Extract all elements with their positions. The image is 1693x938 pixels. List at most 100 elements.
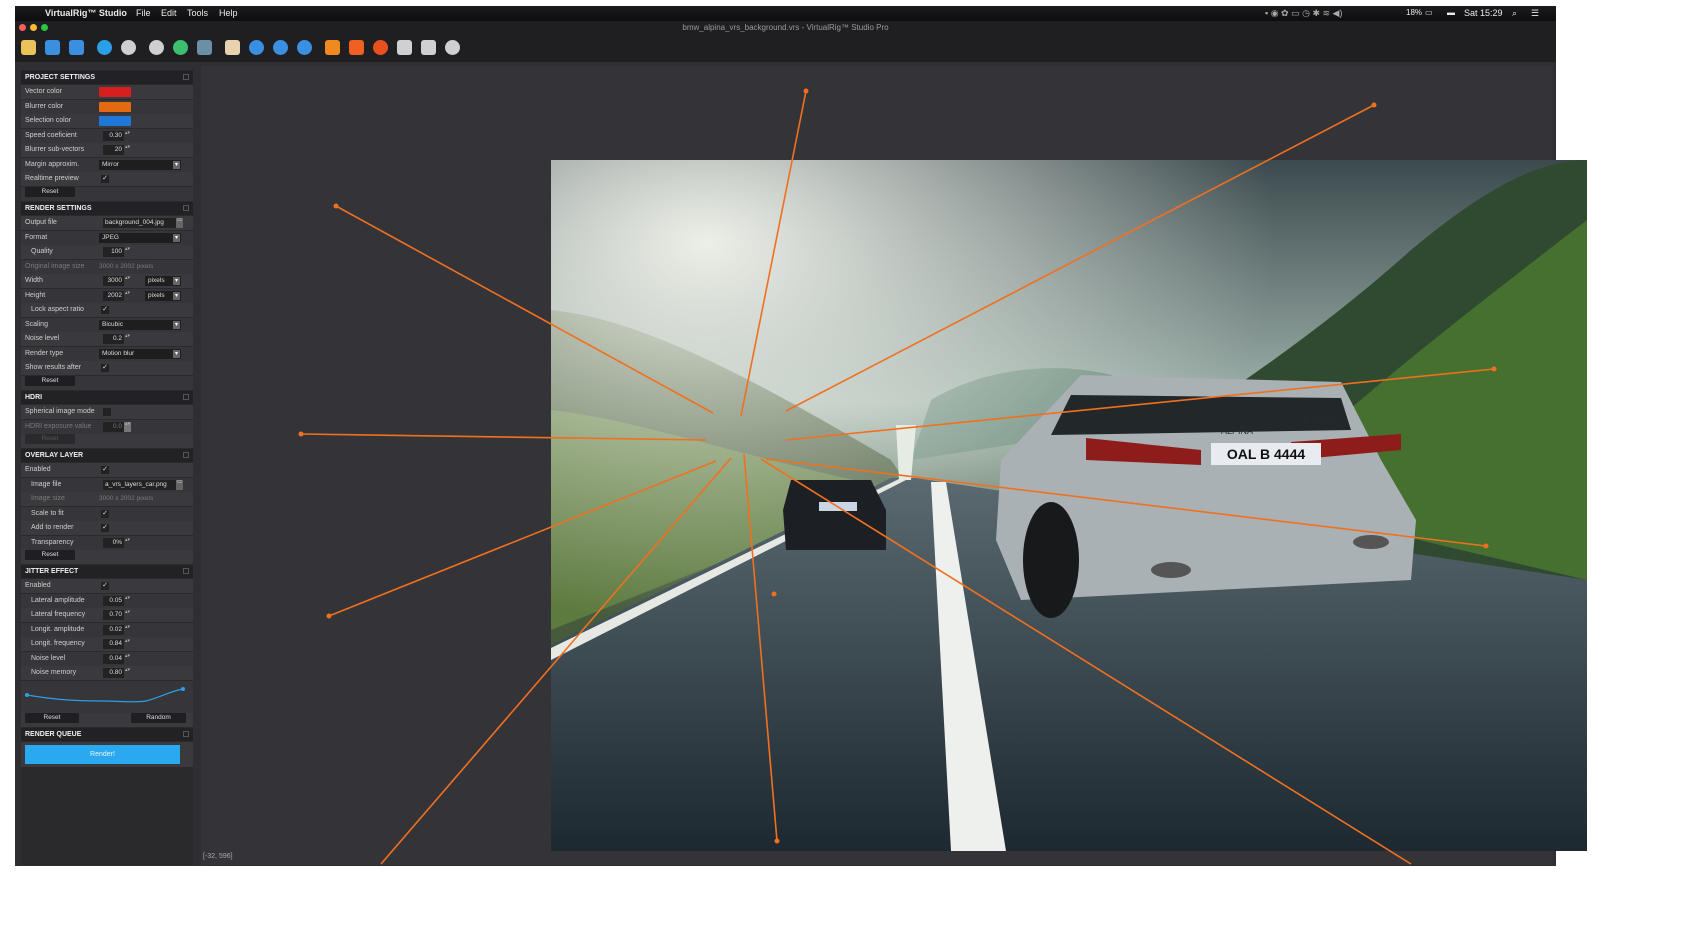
render-settings-header[interactable]: RENDER SETTINGS — [21, 202, 193, 215]
minimize-button[interactable] — [30, 24, 37, 31]
nodes-icon[interactable] — [397, 40, 412, 55]
spherical-checkbox[interactable] — [103, 408, 111, 416]
random-button[interactable]: Random — [131, 713, 186, 723]
motion-vector[interactable] — [760, 458, 1412, 865]
memory-input[interactable]: 0.80 — [103, 668, 124, 678]
height-stepper[interactable]: ▴▾ — [124, 291, 131, 301]
margin-select[interactable]: Mirror ▾ — [99, 160, 181, 170]
overlay-enabled-checkbox[interactable]: ✓ — [101, 466, 109, 474]
motion-vector[interactable] — [300, 433, 707, 441]
vector-overlay[interactable] — [201, 66, 1553, 865]
canvas-area[interactable]: OAL B 4444 ALPINA D4 BITURBO — [201, 66, 1587, 865]
exposure-input[interactable]: 0.0 — [103, 422, 124, 432]
exposure-stepper[interactable]: ▴▾ — [124, 422, 131, 432]
lat-amp-stepper[interactable]: ▴▾ — [124, 596, 131, 606]
render-queue-header[interactable]: RENDER QUEUE — [21, 728, 193, 741]
hdri-header[interactable]: HDRI — [21, 391, 193, 404]
motion-vector[interactable] — [328, 460, 717, 617]
lock-aspect-checkbox[interactable]: ✓ — [101, 306, 109, 314]
jitter-curve[interactable] — [21, 681, 193, 713]
collapse-icon[interactable] — [183, 394, 189, 400]
quality-input[interactable]: 100 — [103, 247, 124, 257]
stop-icon[interactable] — [121, 40, 136, 55]
speed-stepper[interactable]: ▴▾ — [124, 131, 131, 141]
subvectors-input[interactable]: 20 — [103, 145, 124, 155]
motion-vector[interactable] — [785, 104, 1375, 412]
width-unit-select[interactable]: pixels ▾ — [145, 276, 181, 286]
target-icon[interactable] — [373, 40, 388, 55]
arrow-vector-icon[interactable] — [349, 40, 364, 55]
hdri-reset-button[interactable]: Reset — [25, 434, 75, 444]
render-button[interactable]: Render! — [25, 745, 180, 764]
selection-color-swatch[interactable] — [99, 116, 131, 126]
show-results-checkbox[interactable]: ✓ — [101, 364, 109, 372]
quality-stepper[interactable]: ▴▾ — [124, 247, 131, 257]
add-render-checkbox[interactable]: ✓ — [101, 524, 109, 532]
back-icon[interactable] — [97, 40, 112, 55]
battery-icon[interactable]: ▭ — [1425, 8, 1433, 17]
scale-fit-checkbox[interactable]: ✓ — [101, 510, 109, 518]
format-select[interactable]: JPEG ▾ — [99, 233, 181, 243]
zoom-out-icon[interactable] — [273, 40, 288, 55]
menu-help[interactable]: Help — [219, 8, 238, 18]
long-amp-input[interactable]: 0.02 — [103, 625, 124, 635]
zoom-button[interactable] — [41, 24, 48, 31]
pen-icon[interactable] — [325, 40, 340, 55]
overlay-header[interactable]: OVERLAY LAYER — [21, 449, 193, 462]
spotlight-icon[interactable]: ⌕ — [1512, 8, 1517, 19]
zoom-in-icon[interactable] — [249, 40, 264, 55]
speed-input[interactable]: 0.30 — [103, 131, 124, 141]
motion-vector[interactable] — [380, 457, 732, 865]
jitter-header[interactable]: JITTER EFFECT — [21, 565, 193, 578]
menu-tools[interactable]: Tools — [187, 8, 208, 18]
transparency-input[interactable]: 0% — [103, 538, 124, 548]
long-freq-stepper[interactable]: ▴▾ — [124, 639, 131, 649]
motion-vector[interactable] — [335, 205, 714, 414]
hand-icon[interactable] — [225, 40, 240, 55]
jitter-enabled-checkbox[interactable]: ✓ — [101, 582, 109, 590]
motion-vector[interactable] — [743, 453, 778, 842]
project-settings-header[interactable]: PROJECT SETTINGS — [21, 71, 193, 84]
collapse-icon[interactable] — [183, 731, 189, 737]
overlay-reset-button[interactable]: Reset — [25, 550, 75, 560]
memory-stepper[interactable]: ▴▾ — [124, 668, 131, 678]
transparency-stepper[interactable]: ▴▾ — [124, 538, 131, 548]
project-reset-button[interactable]: Reset — [25, 187, 75, 197]
film-icon[interactable] — [197, 40, 212, 55]
refresh-icon[interactable] — [173, 40, 188, 55]
notification-icon[interactable]: ☰ — [1531, 8, 1539, 19]
zoom-fit-icon[interactable] — [297, 40, 312, 55]
jitter-noise-stepper[interactable]: ▴▾ — [124, 654, 131, 664]
record-icon[interactable] — [445, 40, 460, 55]
save-icon[interactable] — [45, 40, 60, 55]
output-file-input[interactable]: background_004.jpg — [103, 218, 176, 228]
save-as-icon[interactable] — [69, 40, 84, 55]
render-noise-input[interactable]: 0.2 — [103, 334, 124, 344]
browse-icon[interactable]: ▭ — [176, 480, 183, 490]
height-input[interactable]: 2002 — [103, 291, 124, 301]
subvectors-stepper[interactable]: ▴▾ — [124, 145, 131, 155]
long-freq-input[interactable]: 0.84 — [103, 639, 124, 649]
scaling-select[interactable]: Bicubic ▾ — [99, 320, 181, 330]
collapse-icon[interactable] — [183, 205, 189, 211]
lat-freq-input[interactable]: 0.70 — [103, 610, 124, 620]
lat-freq-stepper[interactable]: ▴▾ — [124, 610, 131, 620]
status-icons[interactable]: ▪ ◉ ✿ ▭ ◷ ✱ ≋ ◀) — [1265, 8, 1342, 19]
clock[interactable]: Sat 15:29 — [1464, 8, 1503, 18]
width-input[interactable]: 3000 — [103, 276, 124, 286]
motion-vector[interactable] — [765, 458, 1487, 547]
collapse-icon[interactable] — [183, 452, 189, 458]
menu-file[interactable]: File — [136, 8, 151, 18]
motion-vector[interactable] — [740, 90, 807, 417]
flag-icon[interactable]: ▬ — [1447, 8, 1455, 17]
blurrer-color-swatch[interactable] — [99, 102, 131, 112]
collapse-icon[interactable] — [183, 74, 189, 80]
settings-icon[interactable] — [149, 40, 164, 55]
motion-vector[interactable] — [785, 368, 1495, 441]
jitter-reset-button[interactable]: Reset — [25, 713, 79, 723]
path-icon[interactable] — [421, 40, 436, 55]
lat-amp-input[interactable]: 0.05 — [103, 596, 124, 606]
vector-color-swatch[interactable] — [99, 87, 131, 97]
jitter-noise-input[interactable]: 0.04 — [103, 654, 124, 664]
render-noise-stepper[interactable]: ▴▾ — [124, 334, 131, 344]
